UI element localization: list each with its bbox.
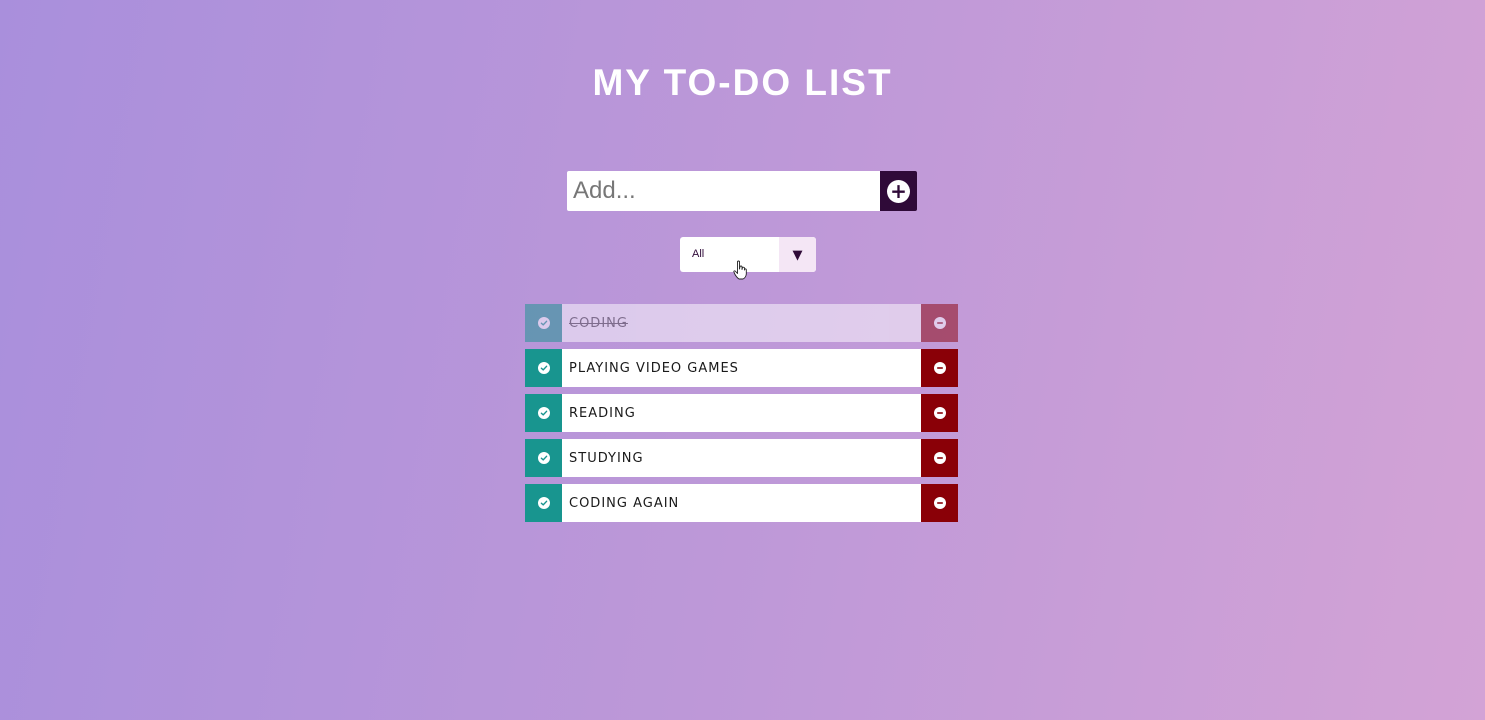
- complete-button[interactable]: [525, 304, 562, 342]
- delete-button[interactable]: [921, 484, 958, 522]
- minus-icon: [933, 497, 946, 509]
- todo-text: STUDYING: [569, 451, 644, 466]
- todo-item: CODING AGAIN: [525, 484, 958, 522]
- delete-button[interactable]: [921, 349, 958, 387]
- todo-input[interactable]: [567, 171, 880, 211]
- check-icon: [537, 317, 550, 329]
- todo-item: CODING: [525, 304, 958, 342]
- add-button[interactable]: +: [880, 171, 917, 211]
- todo-item: STUDYING: [525, 439, 958, 477]
- delete-button[interactable]: [921, 439, 958, 477]
- check-icon: [537, 362, 550, 374]
- complete-button[interactable]: [525, 439, 562, 477]
- dropdown-arrow-icon: ▼: [779, 237, 816, 272]
- complete-button[interactable]: [525, 484, 562, 522]
- filter-selected-value: All: [692, 248, 705, 260]
- add-todo-form: +: [567, 171, 917, 211]
- hand-cursor-icon: [733, 260, 747, 280]
- page-title: MY TO-DO LIST: [592, 62, 893, 103]
- delete-button[interactable]: [921, 304, 958, 342]
- delete-button[interactable]: [921, 394, 958, 432]
- check-icon: [537, 407, 550, 419]
- minus-icon: [933, 362, 946, 374]
- minus-icon: [933, 317, 946, 329]
- check-icon: [537, 497, 550, 509]
- todo-item: READING: [525, 394, 958, 432]
- todo-text: READING: [569, 406, 636, 421]
- check-icon: [537, 452, 550, 464]
- minus-icon: [933, 407, 946, 419]
- complete-button[interactable]: [525, 394, 562, 432]
- complete-button[interactable]: [525, 349, 562, 387]
- plus-icon: +: [887, 179, 910, 203]
- todo-list: CODING PLAYING VIDEO GAMES READING STUDY…: [525, 304, 958, 529]
- todo-text: PLAYING VIDEO GAMES: [569, 361, 739, 376]
- todo-text: CODING: [569, 316, 628, 331]
- minus-icon: [933, 452, 946, 464]
- filter-select[interactable]: All ▼: [680, 237, 816, 272]
- todo-item: PLAYING VIDEO GAMES: [525, 349, 958, 387]
- todo-text: CODING AGAIN: [569, 496, 680, 511]
